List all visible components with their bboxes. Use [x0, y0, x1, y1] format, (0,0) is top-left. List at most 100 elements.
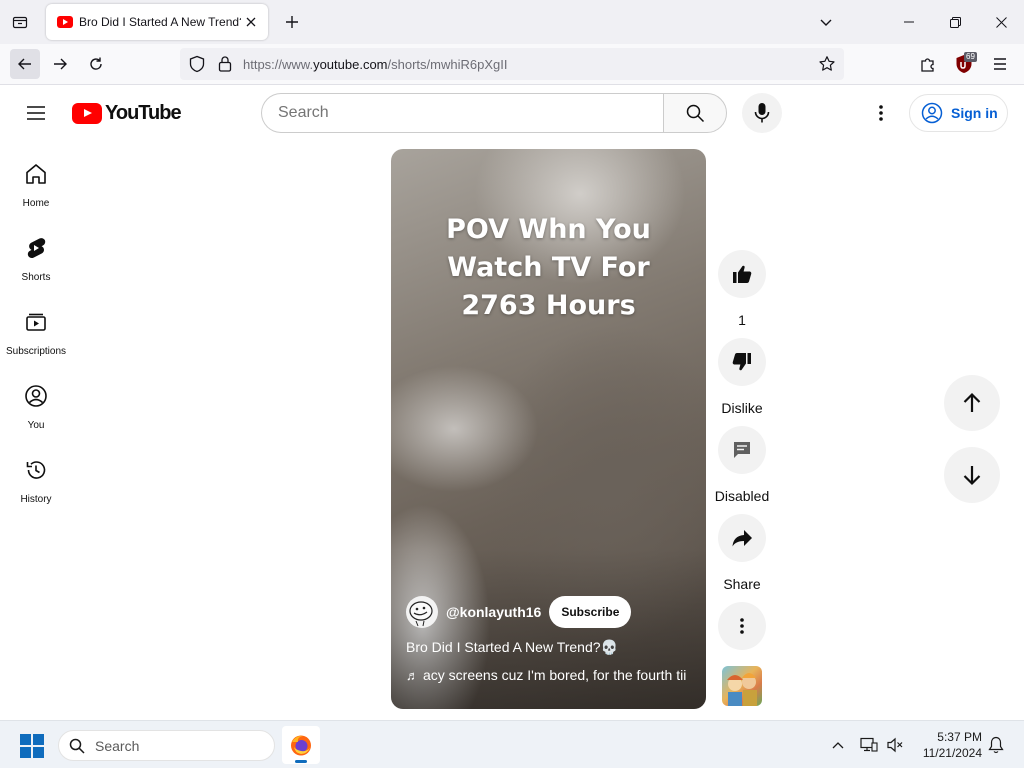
dislike-button[interactable] — [718, 338, 766, 386]
share-arrow-icon — [732, 530, 752, 547]
restore-window-button[interactable] — [932, 0, 978, 44]
close-icon — [995, 16, 1007, 28]
reload-button[interactable] — [81, 49, 111, 79]
forward-button[interactable] — [45, 49, 75, 79]
sign-in-button[interactable]: Sign in — [909, 94, 1008, 132]
share-label: Share — [723, 576, 761, 592]
guide-item-home[interactable]: Home — [0, 148, 72, 222]
comments-action: Disabled — [714, 426, 770, 504]
youtube-wordmark: YouTube — [105, 102, 182, 124]
new-tab-button[interactable] — [278, 8, 306, 36]
guide-item-shorts[interactable]: Shorts — [0, 222, 72, 296]
active-app-indicator — [295, 760, 307, 763]
windows-logo-tile — [20, 734, 31, 745]
you-icon — [25, 385, 47, 407]
comments-button[interactable] — [718, 426, 766, 474]
close-window-button[interactable] — [978, 0, 1024, 44]
more-actions-button[interactable] — [718, 602, 766, 650]
comments-disabled-label: Disabled — [714, 488, 770, 504]
guide-item-label: You — [27, 420, 45, 431]
overlay-line: 2763 Hours — [461, 290, 636, 321]
guide-item-subscriptions[interactable]: Subscriptions — [0, 296, 72, 370]
volume-button[interactable] — [884, 734, 906, 756]
extensions-button[interactable] — [913, 49, 943, 79]
channel-handle-link[interactable]: @konlayuth16 — [446, 604, 541, 620]
more-vertical-icon — [740, 618, 744, 634]
browser-navigation-bar: https://www.youtube.com/shorts/mwhiR6pXg… — [0, 44, 1024, 85]
address-bar[interactable]: https://www.youtube.com/shorts/mwhiR6pXg… — [180, 48, 844, 80]
hamburger-menu-icon — [994, 58, 1006, 70]
like-button[interactable] — [718, 250, 766, 298]
taskbar-search-placeholder: Search — [95, 737, 140, 754]
more-actions — [718, 602, 766, 650]
overlay-line: Watch TV For — [447, 252, 650, 283]
clock-time: 5:37 PM — [937, 730, 982, 744]
thumbs-down-icon — [732, 353, 751, 371]
url-domain: youtube.com — [313, 57, 388, 72]
dislike-label: Dislike — [721, 400, 763, 416]
bookmark-star-icon[interactable] — [818, 55, 836, 73]
close-tab-button[interactable] — [242, 13, 260, 31]
tab-manager-icon — [12, 16, 28, 29]
taskbar-search-box[interactable]: Search — [58, 730, 275, 761]
arrow-right-icon — [54, 58, 67, 70]
short-title[interactable]: Bro Did I Started A New Trend?💀 — [406, 639, 618, 656]
network-status-button[interactable] — [858, 734, 880, 756]
tracking-protection-shield-icon[interactable] — [188, 55, 206, 73]
ublock-origin-button[interactable]: 69 — [949, 49, 979, 79]
music-ticker[interactable]: ♬ acy screens cuz I'm bored, for the fou… — [406, 667, 691, 683]
voice-search-button[interactable] — [742, 93, 782, 133]
app-menu-button[interactable] — [985, 49, 1015, 79]
cartoon-thumbnail-image — [727, 673, 757, 706]
taskbar-firefox-button[interactable] — [282, 726, 320, 764]
guide-item-you[interactable]: You — [0, 370, 72, 444]
clock-date: 11/21/2024 — [922, 746, 982, 760]
back-button[interactable] — [10, 49, 40, 79]
youtube-favicon-icon — [57, 16, 73, 28]
channel-info-row: @konlayuth16 Subscribe — [406, 596, 632, 628]
shorts-video-player[interactable]: POV Whn You Watch TV For 2763 Hours @kon… — [391, 149, 706, 709]
thumbs-up-icon — [733, 265, 752, 283]
browser-tab-active[interactable]: Bro Did I Started A New Trend? — [46, 4, 268, 40]
tab-overflow-dropdown[interactable] — [812, 8, 840, 36]
settings-more-button[interactable] — [861, 93, 901, 133]
start-button[interactable] — [20, 734, 44, 758]
show-hidden-icons-button[interactable] — [827, 734, 849, 756]
youtube-logo[interactable]: YouTube — [72, 102, 182, 125]
subscribe-button[interactable]: Subscribe — [549, 596, 632, 628]
minimize-window-button[interactable] — [886, 0, 932, 44]
previous-short-button[interactable] — [944, 375, 1000, 431]
music-ticker-text: acy screens cuz I'm bored, for the fourt… — [423, 667, 687, 683]
youtube-masthead: YouTube Search Sign in — [0, 85, 1024, 141]
puzzle-piece-icon — [921, 58, 934, 72]
chevron-up-icon — [832, 742, 844, 749]
microphone-icon — [754, 103, 770, 123]
guide-item-label: History — [20, 494, 52, 505]
arrow-up-icon — [963, 392, 981, 412]
notifications-button[interactable] — [985, 734, 1007, 756]
next-short-button[interactable] — [944, 447, 1000, 503]
guide-item-history[interactable]: History — [0, 444, 72, 518]
sound-remix-thumbnail[interactable] — [722, 666, 762, 706]
share-button[interactable] — [718, 514, 766, 562]
sign-in-label: Sign in — [951, 105, 998, 121]
speaker-muted-icon — [887, 737, 903, 753]
tab-title: Bro Did I Started A New Trend? — [79, 15, 241, 29]
channel-avatar[interactable] — [406, 596, 438, 628]
system-clock[interactable]: 5:37 PM 11/21/2024 — [910, 729, 982, 761]
guide-item-label: Shorts — [21, 272, 51, 283]
guide-item-label: Home — [22, 198, 50, 209]
bottom-gradient — [391, 549, 706, 709]
bell-icon — [988, 736, 1004, 754]
chevron-down-icon — [820, 19, 832, 26]
windows-logo-tile — [33, 734, 44, 745]
windows-logo-tile — [33, 747, 44, 758]
like-count: 1 — [738, 312, 746, 328]
lock-icon[interactable] — [217, 55, 233, 73]
search-input[interactable]: Search — [261, 93, 664, 133]
list-all-tabs-button[interactable] — [6, 8, 34, 36]
minimize-icon — [904, 21, 914, 23]
search-button[interactable] — [663, 93, 727, 133]
guide-menu-button[interactable] — [16, 93, 56, 133]
home-icon — [26, 164, 46, 184]
